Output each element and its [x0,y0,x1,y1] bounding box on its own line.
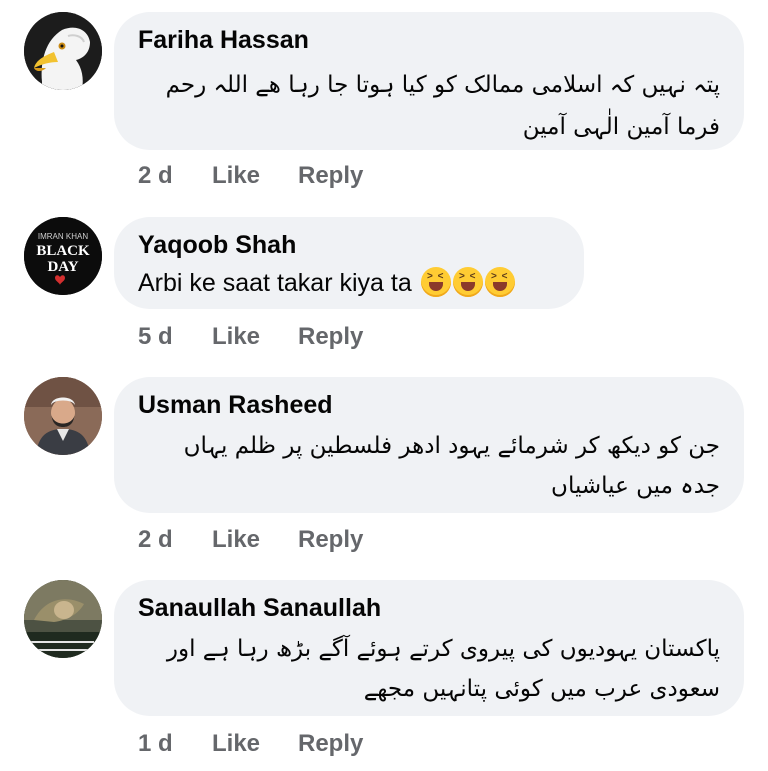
comment-timestamp[interactable]: 2 d [138,526,173,554]
comment-timestamp[interactable]: 2 d [138,162,173,190]
like-button[interactable]: Like [212,323,260,351]
avatar[interactable] [24,12,102,90]
avatar-caption: DAY [47,259,78,275]
comment-bubble: Fariha Hassan پتہ نہیں کہ اسلامی ممالک ک… [114,12,744,150]
comment-timestamp[interactable]: 5 d [138,323,173,351]
black-day-avatar-image: IMRAN KHAN BLACK DAY [24,217,102,295]
reply-button[interactable]: Reply [298,323,363,351]
comment-author[interactable]: Sanaullah Sanaullah [138,594,381,623]
avatar[interactable] [24,580,102,658]
like-button[interactable]: Like [212,730,260,758]
avatar-caption: BLACK [36,243,90,259]
reply-button[interactable]: Reply [298,162,363,190]
like-button[interactable]: Like [212,526,260,554]
squinting-tongue-emoji-icon [420,267,451,297]
avatar[interactable]: IMRAN KHAN BLACK DAY [24,217,102,295]
reply-button[interactable]: Reply [298,526,363,554]
reply-button[interactable]: Reply [298,730,363,758]
comment-bubble: Usman Rasheed جن کو دیکھ کر شرمائے یہود … [114,377,744,513]
person-avatar-image [24,377,102,455]
comment-bubble: Yaqoob Shah Arbi ke saat takar kiya ta [114,217,584,309]
eagle-avatar-image [24,12,102,90]
squinting-tongue-emoji-icon [452,267,483,297]
comment-text-line: پتہ نہیں کہ اسلامی ممالک کو کیا ہوتا جا … [165,72,720,98]
comment-text-line: جدہ میں عیاشیاں [551,473,720,499]
comment-text-line: سعودی عرب میں کوئی پتانہیں مجھے [363,676,720,702]
photo-avatar-image [24,580,102,658]
like-button[interactable]: Like [212,162,260,190]
comment-author[interactable]: Fariha Hassan [138,26,309,55]
avatar[interactable] [24,377,102,455]
squinting-tongue-emoji-icon [484,267,515,297]
comment-text-line: پاکستان یہودیوں کی پیروی کرتے ہوئے آگے ب… [166,636,720,662]
comment-bubble: Sanaullah Sanaullah پاکستان یہودیوں کی پ… [114,580,744,716]
comment-text: Arbi ke saat takar kiya ta [138,267,515,298]
comment-text-body: Arbi ke saat takar kiya ta [138,269,412,297]
comment-timestamp[interactable]: 1 d [138,730,173,758]
avatar-caption: IMRAN KHAN [38,232,88,241]
comment-text-line: فرما آمین الٰہی آمین [522,114,720,140]
comment-text-line: جن کو دیکھ کر شرمائے یہود ادھر فلسطین پر… [183,433,720,459]
comment-author[interactable]: Yaqoob Shah [138,231,296,260]
comment-author[interactable]: Usman Rasheed [138,391,333,420]
